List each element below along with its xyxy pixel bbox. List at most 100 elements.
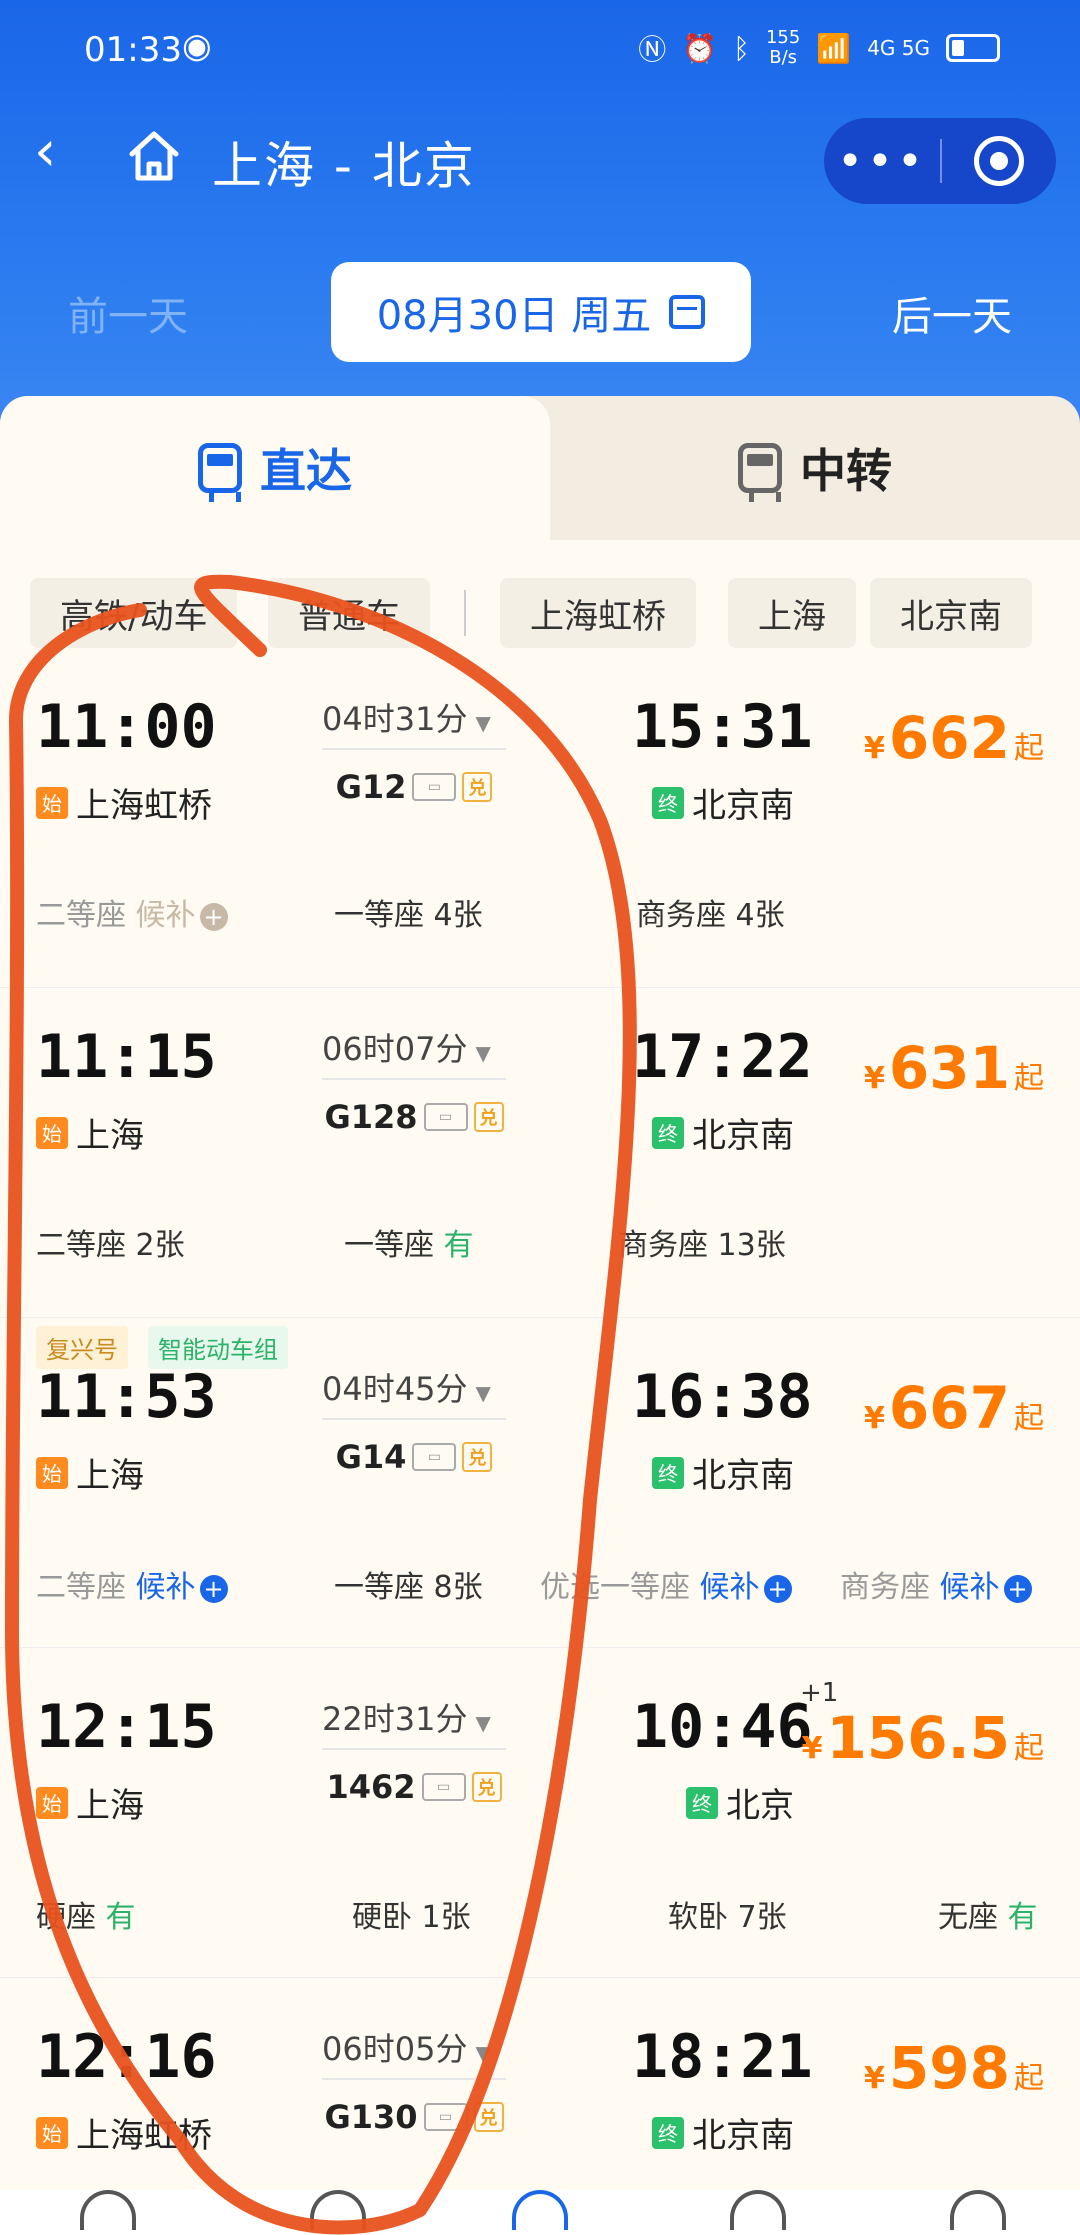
seat-hard-seat[interactable]: 硬座 有: [36, 1892, 136, 1936]
date-picker-button[interactable]: 08月30日 周五: [331, 262, 751, 362]
end-badge: 终: [652, 1456, 684, 1489]
duration: 04时45分 ▼: [322, 1364, 506, 1420]
exchange-badge: 兑: [473, 2102, 504, 2132]
train-card[interactable]: 复兴号 智能动车组 11:53 04时45分 ▼ G14 ▭ 兑 16:38 ¥667…: [0, 1318, 1080, 1648]
train-number: G130 ▭ 兑: [322, 2098, 506, 2136]
duration: 22时31分 ▼: [322, 1694, 506, 1750]
filter-icon[interactable]: [80, 2190, 136, 2230]
arrival-station: 终北京南: [652, 1448, 794, 1497]
more-button[interactable]: •••: [824, 136, 940, 187]
route-title: 上海 - 北京: [212, 137, 476, 195]
arrival-station: 终北京: [686, 1778, 794, 1827]
filter-station-beijingnan[interactable]: 北京南: [870, 578, 1032, 648]
filter-bar: 高铁/动车 普通车 上海虹桥 上海 北京南: [0, 578, 1080, 648]
more-options-icon[interactable]: [950, 2190, 1006, 2230]
seat-first-class[interactable]: 一等座 4张: [334, 890, 483, 934]
add-waitlist-icon: +: [1003, 1574, 1032, 1603]
add-waitlist-icon: +: [763, 1574, 792, 1603]
filter-high-speed[interactable]: 高铁/动车: [30, 578, 238, 648]
arrival-time: 18:21: [632, 2022, 813, 2092]
train-list: 高铁/动车 普通车 上海虹桥 上海 北京南 11:00 04时31分 ▼ G12 ▭…: [0, 540, 1080, 2235]
departure-time: 11:15: [36, 1022, 217, 1092]
departure-station: 始上海虹桥: [36, 2108, 212, 2157]
seat-premium-first[interactable]: 优选一等座 候补 +: [540, 1562, 792, 1606]
seat-business[interactable]: 商务座 13张: [618, 1220, 786, 1264]
prev-day-button[interactable]: 前一天: [68, 284, 188, 342]
battery-icon: [946, 34, 1000, 62]
exchange-badge: 兑: [473, 1102, 504, 1132]
exchange-badge: 兑: [462, 772, 493, 802]
start-badge: 始: [36, 1456, 68, 1489]
departure-time: 12:15: [36, 1692, 217, 1762]
train-card[interactable]: 11:15 06时07分 ▼ G128 ▭ 兑 17:22 ¥631 起 始上海 终北京…: [0, 988, 1080, 1318]
seat-first-class[interactable]: 一等座 有: [344, 1220, 474, 1264]
departure-station: 始上海: [36, 1108, 144, 1157]
eye-icon: ◉: [182, 26, 212, 66]
bottom-toolbar: [0, 2190, 1080, 2235]
header: 01:33 ◉ Ⓝ ⏰ ᛒ 155 B/s 📶 4G 5G ‹ 上海 - 北京 •…: [0, 0, 1080, 430]
departure-time: 11:53: [36, 1362, 217, 1432]
target-icon: [974, 136, 1024, 186]
start-badge: 始: [36, 786, 68, 819]
train-number: G12 ▭ 兑: [322, 768, 506, 806]
end-badge: 终: [652, 786, 684, 819]
price: ¥156.5 起: [801, 1704, 1044, 1772]
departure-time: 11:00: [36, 692, 217, 762]
seat-second-class[interactable]: 二等座 候补 +: [36, 1562, 228, 1606]
next-day-button[interactable]: 后一天: [892, 284, 1012, 342]
id-card-icon: ▭: [421, 1773, 466, 1801]
nav-bar: ‹ 上海 - 北京 •••: [0, 112, 1080, 204]
duration: 06时07分 ▼: [322, 1024, 506, 1080]
departure-station: 始上海: [36, 1448, 144, 1497]
seat-business[interactable]: 商务座 候补 +: [840, 1562, 1032, 1606]
time-sort-icon[interactable]: [310, 2190, 366, 2230]
filter-divider: [464, 590, 466, 636]
end-badge: 终: [686, 1786, 718, 1819]
nfc-icon: Ⓝ: [638, 33, 667, 66]
arrival-station: 终北京南: [652, 2108, 794, 2157]
filter-station-shanghai[interactable]: 上海: [728, 578, 856, 648]
price-sort-icon[interactable]: [730, 2190, 786, 2230]
seat-soft-sleeper[interactable]: 软卧 7张: [668, 1892, 787, 1936]
train-card[interactable]: 11:00 04时31分 ▼ G12 ▭ 兑 15:31 ¥662 起 始上海虹桥 终北…: [0, 658, 1080, 988]
tab-transfer[interactable]: 中转: [550, 396, 1080, 540]
seat-second-class[interactable]: 二等座 候补 +: [36, 890, 228, 934]
add-waitlist-icon: +: [199, 1574, 228, 1603]
duration: 06时05分 ▼: [322, 2024, 506, 2080]
end-badge: 终: [652, 2116, 684, 2149]
filter-station-hongqiao[interactable]: 上海虹桥: [500, 578, 696, 648]
arrival-time: 17:22: [632, 1022, 813, 1092]
tab-direct-label: 直达: [260, 444, 352, 498]
signal-icon: 4G 5G: [867, 36, 930, 60]
seat-business[interactable]: 商务座 4张: [636, 890, 785, 934]
train-card[interactable]: 12:15 22时31分 ▼ 1462 ▭ 兑 10:46 +1 ¥156.5 起 始上…: [0, 1648, 1080, 1978]
filter-normal[interactable]: 普通车: [268, 578, 430, 648]
train-number: G14 ▭ 兑: [322, 1438, 506, 1476]
seat-second-class[interactable]: 二等座 2张: [36, 1220, 185, 1264]
departure-sort-icon[interactable]: [512, 2190, 568, 2230]
back-button[interactable]: ‹: [34, 122, 56, 182]
price: ¥598 起: [864, 2034, 1044, 2102]
home-icon[interactable]: [126, 128, 182, 184]
close-target-button[interactable]: [942, 136, 1056, 186]
seat-hard-sleeper[interactable]: 硬卧 1张: [352, 1892, 471, 1936]
seat-first-class[interactable]: 一等座 8张: [334, 1562, 483, 1606]
departure-station: 始上海: [36, 1778, 144, 1827]
train-card[interactable]: 12:16 06时05分 ▼ G130 ▭ 兑 18:21 ¥598 起 始上海虹桥 终…: [0, 1978, 1080, 2190]
tab-direct[interactable]: 直达: [0, 396, 550, 540]
expand-icon: ▼: [475, 2041, 491, 2065]
expand-icon: ▼: [475, 1711, 491, 1735]
train-number: 1462 ▭ 兑: [322, 1768, 506, 1806]
seat-standing[interactable]: 无座 有: [938, 1892, 1038, 1936]
wifi-icon: 📶: [816, 31, 852, 65]
id-card-icon: ▭: [412, 773, 457, 801]
exchange-badge: 兑: [471, 1772, 502, 1802]
mini-program-capsule: •••: [824, 118, 1056, 204]
alarm-icon: ⏰: [682, 31, 718, 65]
date-selector: 前一天 08月30日 周五 后一天: [0, 262, 1080, 362]
status-icons: Ⓝ ⏰ ᛒ 155 B/s 📶 4G 5G: [638, 28, 1000, 68]
arrival-station: 终北京南: [652, 1108, 794, 1157]
departure-time: 12:16: [36, 2022, 217, 2092]
current-date: 08月30日 周五: [376, 293, 652, 339]
id-card-icon: ▭: [423, 2103, 468, 2131]
